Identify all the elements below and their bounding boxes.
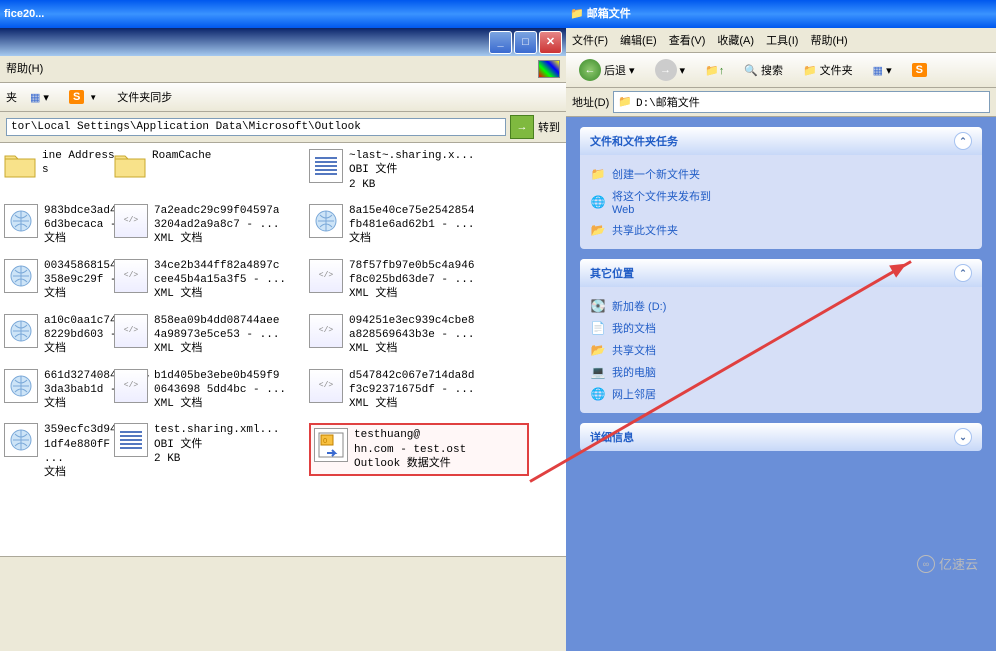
file-item[interactable]: ine Addresss xyxy=(4,149,114,181)
left-addressbar: tor\Local Settings\Application Data\Micr… xyxy=(0,112,566,143)
left-menubar: 帮助(H) xyxy=(0,56,566,83)
menu-view[interactable]: 查看(V) xyxy=(669,32,706,48)
file-item[interactable]: </>78f57fb97e0b5c4a946f8c025bd63de7 - ..… xyxy=(309,259,519,302)
address2-input[interactable]: 📁D:\邮箱文件 xyxy=(613,91,990,113)
file-item[interactable]: a10c0aa1c742b0c8229bd603 - ...文档 xyxy=(4,314,114,357)
task-icon: 🌐 xyxy=(590,386,606,402)
task-icon: 📄 xyxy=(590,320,606,336)
file-item[interactable]: </>7a2eadc29c99f04597a3204ad2a9a8c7 - ..… xyxy=(114,204,309,247)
file-view[interactable]: ine AddresssRoamCache~last~.sharing.x...… xyxy=(0,143,566,556)
file-item[interactable]: </>b1d405be3ebe0b459f90643698 5dd4bc - .… xyxy=(114,369,309,412)
panel-header[interactable]: 其它位置⌃ xyxy=(580,259,982,287)
menu-tools[interactable]: 工具(I) xyxy=(766,32,798,48)
file-item[interactable]: </>34ce2b344ff82a4897ccee45b4a15a3f5 - .… xyxy=(114,259,309,302)
panel-header[interactable]: 文件和文件夹任务⌃ xyxy=(580,127,982,155)
task-icon: 📁 xyxy=(590,166,606,182)
task-link[interactable]: 📄我的文档 xyxy=(590,317,972,339)
file-item[interactable]: 359ecfc3d940b8d1df4e880fF - ...文档 xyxy=(4,423,114,480)
go-button[interactable]: → xyxy=(510,115,534,139)
win-flag-icon xyxy=(538,60,560,78)
left-toolbar: 夹 ▦ ▾ S▼ 文件夹同步 xyxy=(0,83,566,112)
task-panel: 详细信息⌄ xyxy=(580,423,982,451)
chevron-icon: ⌄ xyxy=(954,428,972,446)
view2-button[interactable]: ▦ ▾ xyxy=(866,61,899,80)
menu-help[interactable]: 帮助(H) xyxy=(6,60,43,78)
task-panel: 文件和文件夹任务⌃ 📁创建一个新文件夹🌐将这个文件夹发布到Web📂共享此文件夹 xyxy=(580,127,982,249)
file-item[interactable]: 00345868154d8b6358e9c29f - ...文档 xyxy=(4,259,114,302)
chevron-icon: ⌃ xyxy=(954,264,972,282)
menu-file[interactable]: 文件(F) xyxy=(572,32,608,48)
file-item[interactable]: </>858ea09b4dd08744aee4a98973e5ce53 - ..… xyxy=(114,314,309,357)
right-titlebar: 📁 邮箱文件 xyxy=(566,0,996,28)
left-statusbar xyxy=(0,556,566,581)
search-button[interactable]: 🔍搜索 xyxy=(737,59,790,81)
s2-button[interactable]: S xyxy=(905,60,934,80)
file-item[interactable]: ~last~.sharing.x...OBI 文件2 KB xyxy=(309,149,519,192)
menu-edit[interactable]: 编辑(E) xyxy=(620,32,657,48)
up-button[interactable]: 📁↑ xyxy=(698,61,731,80)
file-item[interactable]: Otesthuang@hn.com - test.ostOutlook 数据文件 xyxy=(309,423,529,476)
s-button[interactable]: S▼ xyxy=(62,87,104,107)
address-input[interactable]: tor\Local Settings\Application Data\Micr… xyxy=(6,118,506,136)
task-icon: 📂 xyxy=(590,222,606,238)
right-pos-titlebar: _ □ ✕ xyxy=(0,28,566,56)
svg-text:O: O xyxy=(323,438,327,446)
min-button[interactable]: _ xyxy=(489,31,512,54)
view-button[interactable]: ▦ ▾ xyxy=(23,88,56,107)
file-item[interactable]: </>094251e3ec939c4cbe8a828569643b3e - ..… xyxy=(309,314,519,357)
task-icon: 📂 xyxy=(590,342,606,358)
task-pane: 文件和文件夹任务⌃ 📁创建一个新文件夹🌐将这个文件夹发布到Web📂共享此文件夹其它… xyxy=(566,117,996,651)
task-link[interactable]: 🌐网上邻居 xyxy=(590,383,972,405)
fwd-button[interactable]: → ▾ xyxy=(648,56,693,84)
task-icon: 💽 xyxy=(590,298,606,314)
file-item[interactable]: test.sharing.xml...OBI 文件2 KB xyxy=(114,423,309,466)
max-button[interactable]: □ xyxy=(514,31,537,54)
task-link[interactable]: 🌐将这个文件夹发布到Web xyxy=(590,185,972,219)
back-button[interactable]: ←后退 ▾ xyxy=(572,56,642,84)
file-item[interactable]: </>d547842c067e714da8df3c92371675df - ..… xyxy=(309,369,519,412)
file-item[interactable]: 8a15e40ce75e2542854fb481e6ad62b1 - ...文档 xyxy=(309,204,519,247)
right-addressbar: 地址(D) 📁D:\邮箱文件 xyxy=(566,88,996,117)
menu-fav[interactable]: 收藏(A) xyxy=(717,32,754,48)
left-titlebar: fice20... xyxy=(0,0,566,28)
file-item[interactable]: 983bdce3ad4cb556d3becaca - ...文档 xyxy=(4,204,114,247)
task-icon: 🌐 xyxy=(590,194,606,210)
task-link[interactable]: 📂共享此文件夹 xyxy=(590,219,972,241)
task-link[interactable]: 💽新加卷 (D:) xyxy=(590,295,972,317)
folders-button[interactable]: 📁文件夹 xyxy=(796,59,860,81)
right-toolbar: ←后退 ▾ → ▾ 📁↑ 🔍搜索 📁文件夹 ▦ ▾ S xyxy=(566,53,996,88)
left-edge: 夹 xyxy=(6,89,17,105)
task-link[interactable]: 📁创建一个新文件夹 xyxy=(590,163,972,185)
chevron-icon: ⌃ xyxy=(954,132,972,150)
right-menubar: 文件(F) 编辑(E) 查看(V) 收藏(A) 工具(I) 帮助(H) xyxy=(566,28,996,53)
task-panel: 其它位置⌃ 💽新加卷 (D:)📄我的文档📂共享文档💻我的电脑🌐网上邻居 xyxy=(580,259,982,413)
menu-help2[interactable]: 帮助(H) xyxy=(810,32,847,48)
task-link[interactable]: 📂共享文档 xyxy=(590,339,972,361)
go-label: 转到 xyxy=(538,119,560,135)
task-icon: 💻 xyxy=(590,364,606,380)
sync-button[interactable]: 文件夹同步 xyxy=(110,86,179,108)
file-item[interactable]: RoamCache xyxy=(114,149,309,181)
folder-icon: 📁 xyxy=(570,0,584,28)
file-item[interactable]: 661d3274084 6a943da3bab1d - ...文档 xyxy=(4,369,114,412)
close-button[interactable]: ✕ xyxy=(539,31,562,54)
task-link[interactable]: 💻我的电脑 xyxy=(590,361,972,383)
panel-header[interactable]: 详细信息⌄ xyxy=(580,423,982,451)
